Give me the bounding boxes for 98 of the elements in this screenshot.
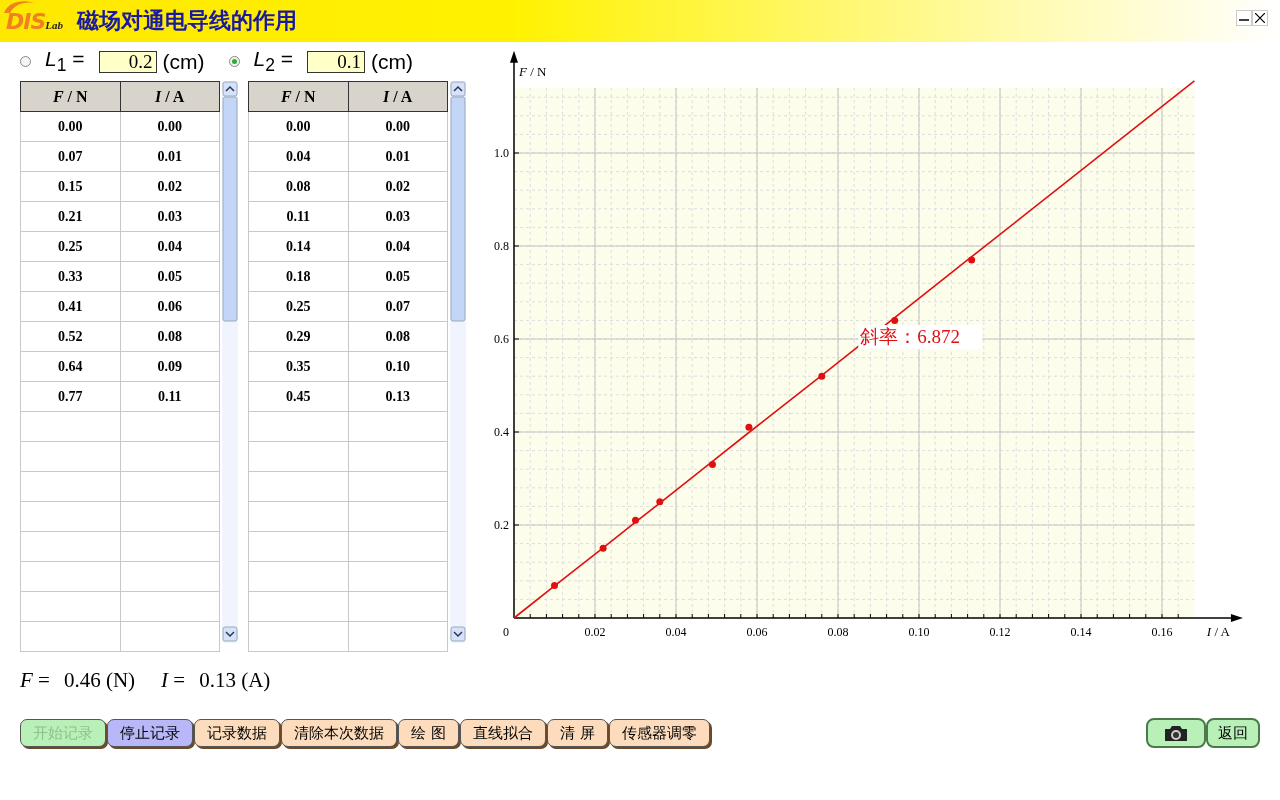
radio-button[interactable]: [20, 56, 31, 67]
close-icon: [1255, 13, 1265, 23]
table-cell: 0.25: [248, 291, 348, 322]
readout-label: F =: [20, 668, 50, 693]
table-cell: 0.08: [120, 321, 220, 352]
data-point: [599, 544, 607, 552]
toolbar-button[interactable]: 停止记录: [107, 719, 193, 747]
table-cell: 0.00: [248, 111, 348, 142]
table-cell: 0.29: [248, 321, 348, 352]
unit-label: (cm): [371, 49, 414, 74]
readout-value: 0.46 (N): [63, 668, 136, 693]
table-cell: 0.05: [348, 261, 448, 292]
column-header: I / A: [120, 81, 220, 112]
radio-button[interactable]: [228, 56, 240, 67]
table-cell: 0.01: [120, 141, 220, 172]
data-point: [656, 498, 664, 506]
table-cell: 0.04: [248, 141, 348, 172]
table-cell: 0.07: [348, 291, 448, 322]
close-button[interactable]: [1252, 10, 1268, 26]
readout-label: I =: [161, 668, 186, 693]
logo-text: Lab: [45, 18, 64, 31]
toolbar-button[interactable]: 清 屏: [546, 719, 608, 747]
table-cell: 0.64: [20, 351, 120, 382]
toolbar-button[interactable]: 直线拟合: [459, 719, 546, 747]
tick-label: 0.14: [1070, 625, 1092, 639]
minimize-button[interactable]: [1236, 10, 1252, 26]
length-label: L$_{2}$ =: [253, 46, 294, 77]
table-cell: 0.01: [348, 141, 448, 172]
table-cell: 0.21: [20, 201, 120, 232]
column-header: F / N: [20, 81, 120, 112]
tick-label: 0.8: [494, 239, 509, 253]
table-cell: 0.15: [20, 171, 120, 202]
toolbar-button[interactable]: 绘 图: [398, 719, 459, 747]
table-cell: 0.35: [248, 351, 348, 382]
tick-label: 0.12: [989, 625, 1011, 639]
table-cell: 0.52: [20, 321, 120, 352]
camera-button[interactable]: [1146, 718, 1206, 748]
data-point: [632, 516, 639, 524]
window-title: 磁场对通电导线的作用: [77, 7, 298, 35]
table-cell: 0.33: [20, 261, 120, 292]
tick-label: 0.06: [746, 625, 768, 639]
slope-label: 斜率：6.872: [860, 326, 960, 347]
table-cell: 0.25: [20, 231, 120, 262]
data-point: [708, 461, 716, 469]
table-cell: 0.04: [348, 231, 448, 262]
table-cell: 0.00: [20, 111, 120, 142]
table-cell: 0.04: [120, 231, 220, 262]
table-cell: 0.00: [348, 111, 448, 142]
column-header: F / N: [248, 81, 348, 112]
unit-label: (cm): [162, 49, 205, 74]
table-cell: 0.02: [348, 171, 448, 202]
table-cell: 0.45: [248, 381, 348, 412]
length-label: L$_{1}$ =: [45, 46, 85, 77]
toolbar-button[interactable]: 清除本次数据: [281, 719, 397, 747]
toolbar-button[interactable]: 记录数据: [194, 719, 280, 747]
camera-icon: [1164, 724, 1188, 742]
length-field[interactable]: 0.1: [307, 50, 366, 73]
axis-title: I / A: [1206, 624, 1230, 639]
table-cell: 0.11: [120, 381, 220, 412]
tick-label: 1.0: [494, 146, 509, 160]
length-field[interactable]: 0.2: [98, 50, 157, 73]
readout-value: 0.13 (A): [199, 668, 271, 693]
table-cell: 0.05: [120, 261, 220, 292]
tick-label: 0.04: [665, 625, 687, 639]
data-point: [551, 581, 558, 589]
table-cell: 0.14: [248, 231, 348, 262]
tick-label: 0.02: [584, 625, 606, 639]
tick-label: 0.08: [827, 625, 849, 639]
tick-label: 0.6: [494, 332, 509, 346]
data-point: [891, 316, 899, 324]
column-header: I / A: [348, 81, 448, 112]
table-cell: 0.41: [20, 291, 120, 322]
table-cell: 0.02: [120, 171, 220, 202]
tick-label: 0: [503, 625, 509, 639]
table-cell: 0.08: [348, 321, 448, 352]
data-point: [968, 256, 976, 264]
table-cell: 0.10: [348, 351, 448, 382]
tick-label: 0.2: [494, 518, 509, 532]
tick-label: 0.10: [908, 625, 930, 639]
table-cell: 0.18: [248, 261, 348, 292]
tick-label: 0.16: [1151, 625, 1173, 639]
axis-title: F / N: [519, 64, 547, 79]
toolbar-button[interactable]: 传感器调零: [608, 719, 710, 747]
logo-text: DIS: [6, 8, 46, 34]
table-cell: 0.13: [348, 381, 448, 412]
table-cell: 0.09: [120, 351, 220, 382]
data-point: [818, 372, 826, 380]
table-cell: 0.00: [120, 111, 220, 142]
table-cell: 0.08: [248, 171, 348, 202]
tick-label: 0.4: [494, 425, 509, 439]
table-cell: 0.77: [20, 381, 120, 412]
data-point: [745, 423, 753, 431]
table-cell: 0.07: [20, 141, 120, 172]
back-button[interactable]: 返回: [1206, 718, 1260, 748]
table-cell: 0.03: [120, 201, 220, 232]
table-cell: 0.06: [120, 291, 220, 322]
table-cell: 0.03: [348, 201, 448, 232]
table-cell: 0.11: [248, 201, 348, 232]
